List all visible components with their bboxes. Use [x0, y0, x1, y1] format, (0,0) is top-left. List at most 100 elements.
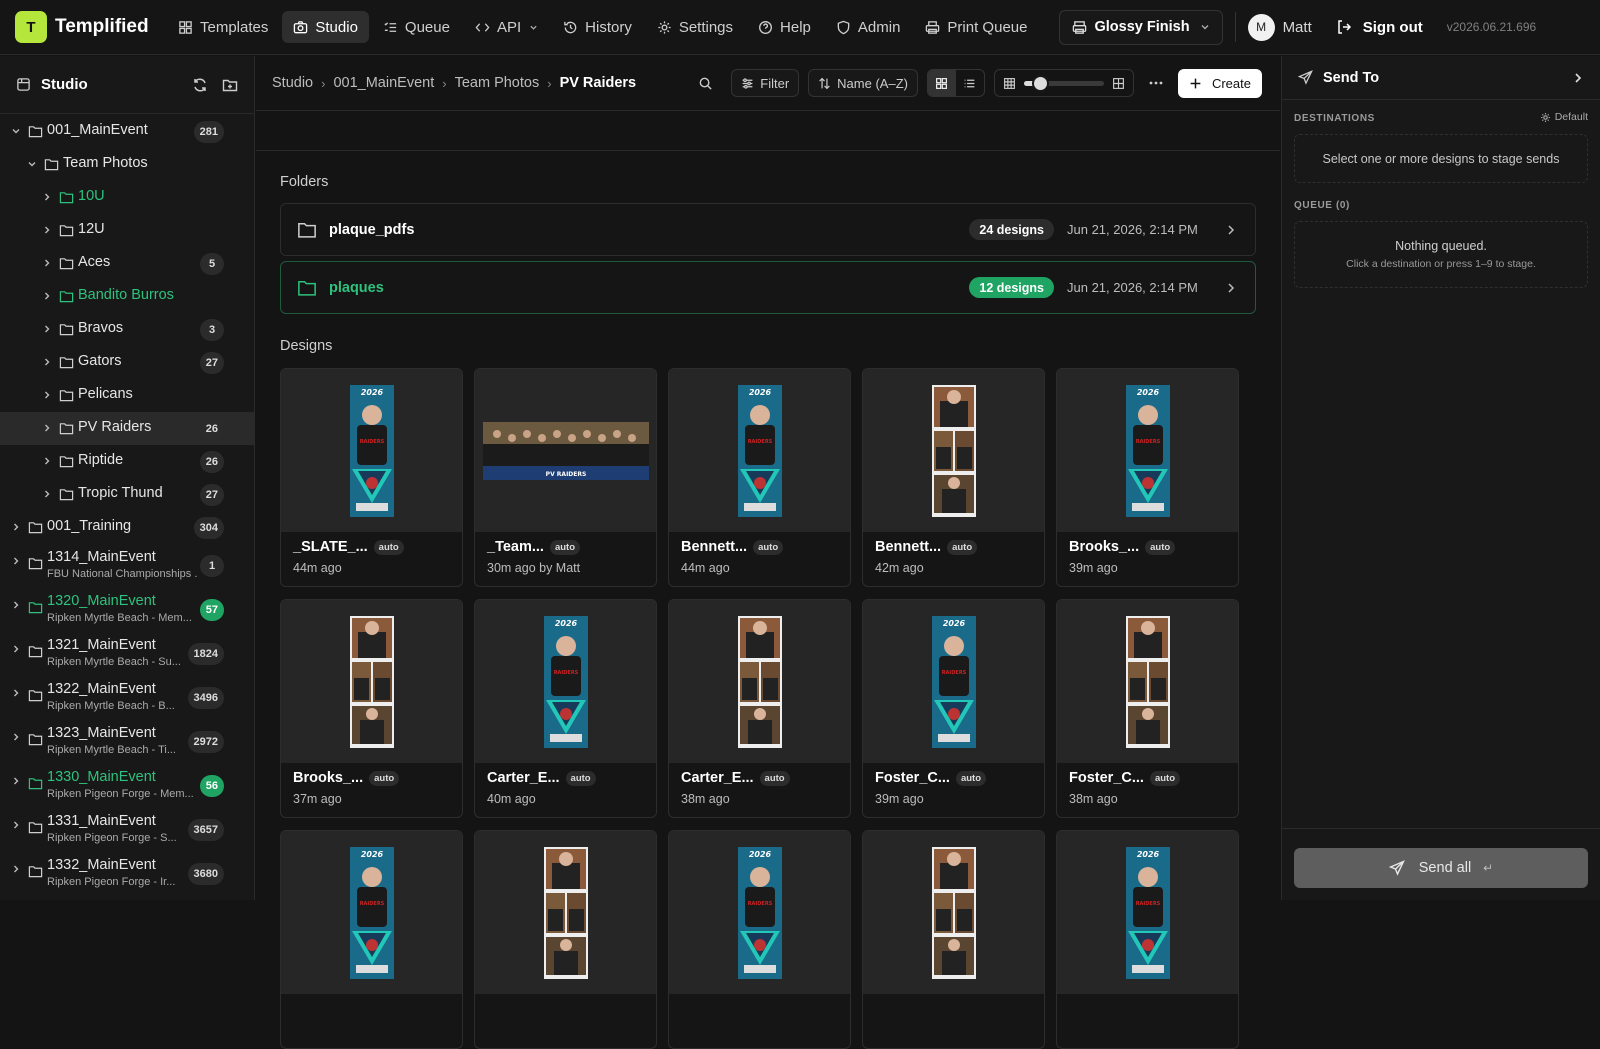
design-card[interactable]: Carter_E... auto 38m ago [668, 599, 851, 818]
tree-item-riptide[interactable]: Riptide 26 [0, 445, 254, 478]
nav-templates[interactable]: Templates [167, 11, 279, 43]
nav-api[interactable]: API [464, 11, 549, 43]
list-view-button[interactable] [956, 70, 984, 96]
tree-item-aces[interactable]: Aces 5 [0, 247, 254, 280]
expand-chevron-right-icon[interactable] [11, 556, 21, 566]
design-card[interactable]: Bennett... auto 42m ago [862, 368, 1045, 587]
expand-chevron-right-icon[interactable] [11, 864, 21, 874]
nav-queue[interactable]: Queue [372, 11, 461, 43]
expand-chevron-right-icon[interactable] [42, 291, 52, 301]
slider-handle[interactable] [1031, 74, 1049, 92]
design-card[interactable]: 2026 RAIDERS Bennett... auto 44m ago [668, 368, 851, 587]
design-thumbnail[interactable]: 2026 RAIDERS [669, 831, 850, 994]
design-card[interactable]: 2026 RAIDERS Carter_E... auto 40m ago [474, 599, 657, 818]
expand-chevron-right-icon[interactable] [11, 600, 21, 610]
send-all-button[interactable]: Send all ↵ [1294, 848, 1588, 888]
tree-item-10u[interactable]: 10U [0, 181, 254, 214]
folder-row-plaques[interactable]: plaques 12 designs Jun 21, 2026, 2:14 PM [280, 261, 1256, 314]
expand-chevron-right-icon[interactable] [11, 644, 21, 654]
expand-chevron-right-icon[interactable] [11, 732, 21, 742]
expand-chevron-right-icon[interactable] [11, 522, 21, 532]
design-card[interactable]: 2026 RAIDERS _SLATE_... auto 44m ago [280, 368, 463, 587]
nav-studio[interactable]: Studio [282, 11, 369, 43]
tree-item-1314-mainevent[interactable]: 1314_MainEvent FBU National Championships… [0, 544, 254, 588]
expand-chevron-right-icon[interactable] [11, 820, 21, 830]
tree-item-001-training[interactable]: 001_Training 304 [0, 511, 254, 544]
design-thumbnail[interactable] [669, 600, 850, 763]
nav-help[interactable]: Help [747, 11, 822, 43]
refresh-icon[interactable] [192, 77, 208, 93]
tree-item-1331-mainevent[interactable]: 1331_MainEvent Ripken Pigeon Forge - S...… [0, 808, 254, 852]
filter-button[interactable]: Filter [731, 69, 800, 97]
expand-chevron-right-icon[interactable] [42, 225, 52, 235]
design-thumbnail[interactable] [475, 831, 656, 994]
tree-item-1332-mainevent[interactable]: 1332_MainEvent Ripken Pigeon Forge - Ir..… [0, 852, 254, 896]
tree-item-1322-mainevent[interactable]: 1322_MainEvent Ripken Myrtle Beach - B...… [0, 676, 254, 720]
expand-chevron-right-icon[interactable] [11, 688, 21, 698]
design-card[interactable]: Foster_C... auto 38m ago [1056, 599, 1239, 818]
search-icon[interactable] [698, 76, 713, 91]
tree-item-bandito-burros[interactable]: Bandito Burros [0, 280, 254, 313]
design-thumbnail[interactable]: 2026 RAIDERS [475, 600, 656, 763]
tree-item-001-mainevent[interactable]: 001_MainEvent 281 [0, 115, 254, 148]
collapse-panel-button[interactable] [1572, 72, 1584, 84]
tree-item-12u[interactable]: 12U [0, 214, 254, 247]
tree-item-1330-mainevent[interactable]: 1330_MainEvent Ripken Pigeon Forge - Mem.… [0, 764, 254, 808]
expand-chevron-right-icon[interactable] [42, 324, 52, 334]
breadcrumb-item[interactable]: 001_MainEvent [333, 75, 434, 91]
design-thumbnail[interactable] [1057, 600, 1238, 763]
nav-settings[interactable]: Settings [646, 11, 744, 43]
design-card[interactable]: 2026 RAIDERS Foster_C... auto 39m ago [862, 599, 1045, 818]
sign-out-button[interactable]: Sign out [1336, 19, 1423, 36]
nav-history[interactable]: History [552, 11, 643, 43]
expand-chevron-right-icon[interactable] [42, 357, 52, 367]
default-settings-button[interactable]: Default [1540, 111, 1588, 123]
design-thumbnail[interactable]: 2026 RAIDERS [1057, 831, 1238, 994]
expand-chevron-right-icon[interactable] [42, 192, 52, 202]
design-card[interactable] [862, 830, 1045, 1049]
expand-chevron-right-icon[interactable] [11, 776, 21, 786]
expand-chevron-right-icon[interactable] [42, 258, 52, 268]
design-thumbnail[interactable]: 2026 RAIDERS [1057, 369, 1238, 532]
design-thumbnail[interactable]: 2026 RAIDERS [669, 369, 850, 532]
expand-chevron-right-icon[interactable] [42, 423, 52, 433]
sort-button[interactable]: Name (A–Z) [808, 69, 918, 97]
tree-item-bravos[interactable]: Bravos 3 [0, 313, 254, 346]
finish-select[interactable]: Glossy Finish [1059, 9, 1223, 45]
tree-item-tropic-thund[interactable]: Tropic Thund 27 [0, 478, 254, 511]
expand-chevron-right-icon[interactable] [42, 456, 52, 466]
expand-chevron-right-icon[interactable] [42, 489, 52, 499]
design-card[interactable]: PV RAIDERS _Team... auto 30m ago by Matt [474, 368, 657, 587]
expand-chevron-right-icon[interactable] [42, 390, 52, 400]
brand[interactable]: T Templified [15, 11, 167, 43]
tree-item-1321-mainevent[interactable]: 1321_MainEvent Ripken Myrtle Beach - Su..… [0, 632, 254, 676]
nav-admin[interactable]: Admin [825, 11, 912, 43]
slider-track[interactable] [1023, 74, 1104, 92]
breadcrumb-item[interactable]: Studio [272, 75, 313, 91]
design-thumbnail[interactable] [863, 831, 1044, 994]
design-thumbnail[interactable] [281, 600, 462, 763]
folder-row-plaque-pdfs[interactable]: plaque_pdfs 24 designs Jun 21, 2026, 2:14 … [280, 203, 1256, 256]
design-thumbnail[interactable]: 2026 RAIDERS [863, 600, 1044, 763]
design-card[interactable]: 2026 RAIDERS [668, 830, 851, 1049]
design-card[interactable] [474, 830, 657, 1049]
tree-item-pelicans[interactable]: Pelicans [0, 379, 254, 412]
expand-chevron-down-icon[interactable] [11, 126, 21, 136]
design-card[interactable]: 2026 RAIDERS Brooks_... auto 39m ago [1056, 368, 1239, 587]
design-card[interactable]: 2026 RAIDERS [1056, 830, 1239, 1049]
breadcrumb-item[interactable]: Team Photos [455, 75, 540, 91]
tree-item-1323-mainevent[interactable]: 1323_MainEvent Ripken Myrtle Beach - Ti..… [0, 720, 254, 764]
design-thumbnail[interactable] [863, 369, 1044, 532]
grid-view-button[interactable] [927, 70, 956, 96]
tree-item-pv-raiders[interactable]: PV Raiders 26 [0, 412, 254, 445]
design-thumbnail[interactable]: 2026 RAIDERS [281, 831, 462, 994]
tree-item-gators[interactable]: Gators 27 [0, 346, 254, 379]
nav-print-queue[interactable]: Print Queue [914, 11, 1038, 43]
expand-chevron-down-icon[interactable] [27, 159, 37, 169]
more-options-button[interactable] [1148, 75, 1164, 91]
tree-item-team-photos[interactable]: Team Photos [0, 148, 254, 181]
design-card[interactable]: Brooks_... auto 37m ago [280, 599, 463, 818]
new-folder-icon[interactable] [222, 77, 238, 93]
tree-item-1320-mainevent[interactable]: 1320_MainEvent Ripken Myrtle Beach - Mem.… [0, 588, 254, 632]
create-button[interactable]: Create [1177, 68, 1262, 98]
